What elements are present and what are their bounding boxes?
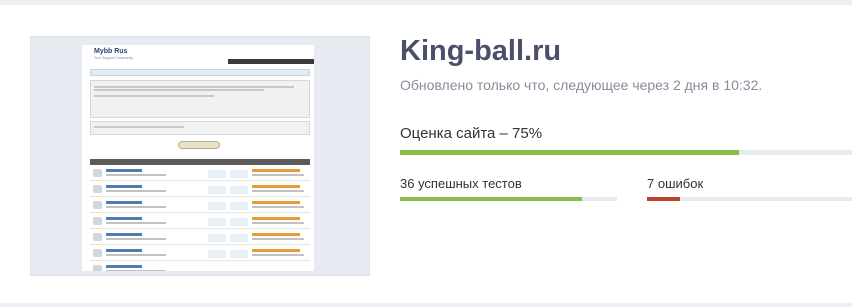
thumbnail-table-row: [90, 182, 310, 197]
thumbnail-table-row: [90, 198, 310, 213]
top-divider: [0, 0, 852, 5]
thumbnail-announcement-bar: [90, 69, 310, 76]
site-screenshot-thumbnail[interactable]: Mybb Rus Your Support Community: [82, 45, 314, 271]
site-title: King-ball.ru: [400, 35, 562, 67]
passed-tests-bar: [400, 197, 617, 201]
thumbnail-logo: Mybb Rus: [94, 48, 128, 55]
passed-tests-bar-fill: [400, 197, 582, 201]
thumbnail-notice-box: [90, 80, 310, 118]
passed-tests-label: 36 успешных тестов: [400, 176, 522, 191]
errors-bar: [647, 197, 852, 201]
bottom-divider: [0, 303, 852, 307]
thumbnail-table-row: [90, 230, 310, 245]
thumbnail-table-row: [90, 262, 310, 271]
thumbnail-nav-bar: [228, 59, 314, 64]
site-score-label: Оценка сайта – 75%: [400, 125, 543, 142]
thumbnail-logo-subtext: Your Support Community: [94, 56, 133, 60]
thumbnail-table-row: [90, 166, 310, 181]
errors-bar-fill: [647, 197, 681, 201]
thumbnail-table-header: [90, 159, 310, 165]
thumbnail-table-row: [90, 246, 310, 261]
site-score-progress-fill: [400, 150, 739, 155]
thumbnail-button: [178, 141, 220, 149]
thumbnail-info-box: [90, 121, 310, 135]
errors-label: 7 ошибок: [647, 176, 704, 191]
thumbnail-table-row: [90, 214, 310, 229]
site-score-progress-bar: [400, 150, 852, 155]
update-status-text: Обновлено только что, следующее через 2 …: [400, 77, 763, 93]
